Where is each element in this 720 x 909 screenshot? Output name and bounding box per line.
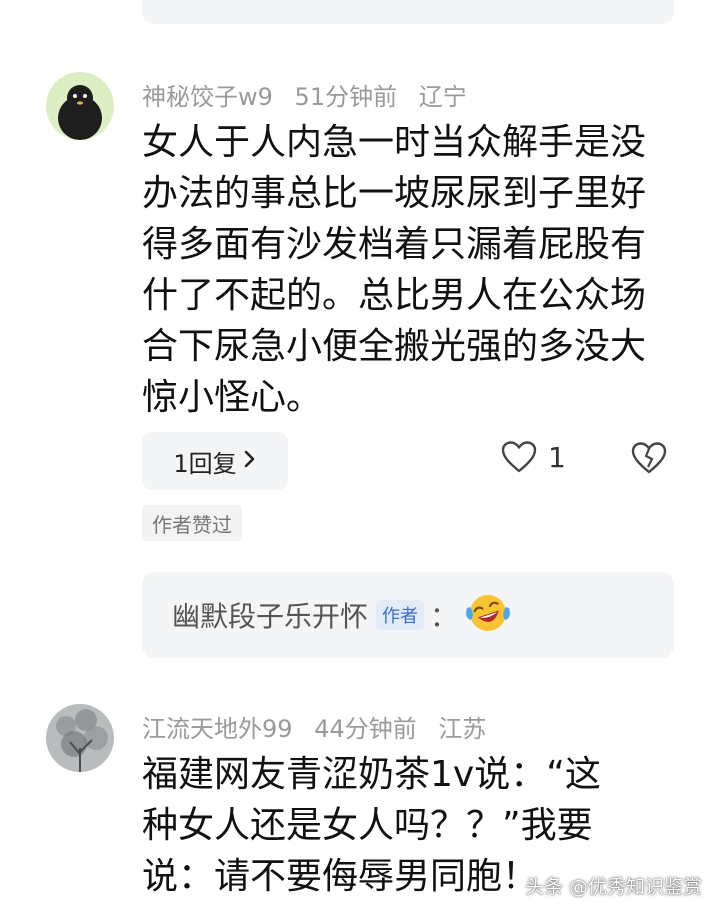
- author-liked-badge: 作者赞过: [142, 505, 242, 541]
- comment-meta: 神秘饺子w9 51分钟前 辽宁: [142, 77, 481, 112]
- location: 辽宁: [418, 83, 467, 111]
- username[interactable]: 神秘饺子w9: [142, 83, 273, 111]
- reply-author-name[interactable]: 幽默段子乐开怀: [172, 595, 368, 635]
- timestamp: 51分钟前: [294, 83, 398, 111]
- comment-line: 什了不起的。总比男人在公众场: [142, 275, 647, 316]
- heart-outline-icon: [501, 441, 537, 473]
- comment-line: 福建网友青涩奶茶1v说：“这: [142, 754, 601, 795]
- comment-meta: 江流天地外99 44分钟前 江苏: [142, 709, 500, 744]
- replies-label: 1回复: [173, 449, 237, 478]
- comment-text: 女人于人内急一时当众解手是没 办法的事总比一坡尿尿到子里好 得多面有沙发档着只漏…: [142, 117, 646, 423]
- dislike-button[interactable]: [630, 441, 668, 479]
- comment-line: 种女人还是女人吗？？”我要: [142, 805, 593, 846]
- author-liked-label: 作者赞过: [152, 512, 232, 537]
- author-reply-box[interactable]: 幽默段子乐开怀 作者 ：: [142, 572, 674, 658]
- location: 江苏: [438, 715, 487, 743]
- author-tag: 作者: [376, 600, 425, 630]
- username[interactable]: 江流天地外99: [142, 715, 293, 743]
- comment-line: 得多面有沙发档着只漏着屁股有: [142, 224, 647, 265]
- chevron-right-icon: [243, 447, 257, 475]
- laughing-crying-emoji-icon: [464, 590, 512, 640]
- comment-line: 女人于人内急一时当众解手是没: [142, 122, 647, 163]
- broken-heart-icon: [631, 442, 667, 474]
- timestamp: 44分钟前: [314, 715, 417, 743]
- view-replies-button[interactable]: 1回复: [142, 432, 288, 490]
- comment-line: 办法的事总比一坡尿尿到子里好: [142, 173, 647, 214]
- like-count: 1: [548, 440, 566, 474]
- like-button[interactable]: 1: [500, 440, 566, 474]
- comment-line: 惊小怪心。: [142, 377, 323, 418]
- avatar[interactable]: [46, 704, 114, 772]
- reply-colon: ：: [430, 600, 459, 633]
- watermark: 头条 @优秀知识鉴赏: [524, 876, 702, 898]
- avatar[interactable]: [46, 72, 114, 140]
- previous-reply-box: [142, 0, 674, 24]
- comment-line: 合下尿急小便全搬光强的多没大: [142, 326, 647, 367]
